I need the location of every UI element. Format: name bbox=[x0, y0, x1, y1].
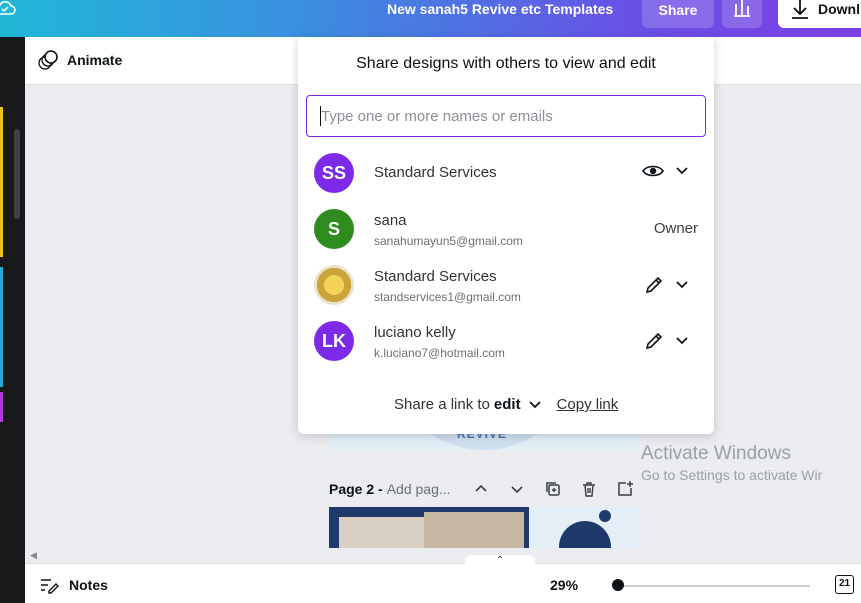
chevron-down-icon[interactable] bbox=[528, 400, 541, 409]
animate-icon bbox=[38, 50, 58, 70]
chevron-down-icon bbox=[676, 281, 688, 289]
avatar-photo bbox=[314, 265, 354, 305]
pencil-icon bbox=[645, 276, 663, 294]
bar-chart-icon bbox=[734, 0, 750, 17]
windows-activation-watermark: Activate Windows Go to Settings to activ… bbox=[641, 443, 822, 484]
zoom-level[interactable]: 29% bbox=[550, 577, 578, 593]
avatar: SS bbox=[314, 153, 354, 193]
share-link-label: Share a link to bbox=[394, 396, 490, 413]
collaborator-row: Standard Services standservices1@gmail.c… bbox=[314, 263, 698, 307]
eye-icon bbox=[642, 165, 664, 177]
expand-pages-button[interactable]: ⌃ bbox=[465, 555, 535, 567]
collaborator-row: S sana sanahumayun5@gmail.com Owner bbox=[314, 207, 698, 251]
page-2-photo bbox=[424, 512, 524, 548]
pencil-icon bbox=[645, 332, 663, 350]
avatar: LK bbox=[314, 321, 354, 361]
insights-button[interactable] bbox=[722, 0, 762, 28]
permission-dropdown[interactable] bbox=[642, 163, 688, 179]
notes-icon bbox=[41, 579, 59, 594]
collaborator-email: sanahumayun5@gmail.com bbox=[374, 234, 523, 248]
avatar: S bbox=[314, 209, 354, 249]
notes-button[interactable]: Notes bbox=[39, 576, 108, 594]
rail-color-strip bbox=[0, 267, 3, 387]
horizontal-scrollbar[interactable]: ◀ bbox=[25, 548, 861, 563]
page-2-header: Page 2 - Add pag... bbox=[329, 477, 451, 501]
download-icon bbox=[792, 0, 808, 19]
page-2-dot bbox=[599, 510, 611, 522]
document-title[interactable]: New sanah5 Revive etc Templates bbox=[387, 0, 613, 20]
page-count-button[interactable]: 21 bbox=[835, 575, 854, 594]
watermark-line-1: Activate Windows bbox=[641, 443, 791, 464]
top-bar: New sanah5 Revive etc Templates Share Do… bbox=[0, 0, 861, 37]
share-button[interactable]: Share bbox=[642, 0, 714, 28]
collaborator-name: sana bbox=[374, 212, 407, 229]
chevron-down-icon bbox=[676, 337, 688, 345]
trash-icon[interactable] bbox=[580, 480, 598, 498]
collaborator-name: Standard Services bbox=[374, 164, 497, 181]
duplicate-page-icon[interactable] bbox=[544, 480, 562, 498]
zoom-slider-handle[interactable] bbox=[612, 579, 624, 591]
page-2-label: Page 2 - bbox=[329, 481, 383, 497]
invite-people-input[interactable] bbox=[306, 95, 706, 137]
rail-scrollbar[interactable] bbox=[14, 129, 20, 219]
scroll-left-icon[interactable]: ◀ bbox=[30, 550, 37, 561]
share-panel-title: Share designs with others to view and ed… bbox=[356, 55, 656, 72]
zoom-slider-track[interactable] bbox=[618, 585, 810, 587]
permission-dropdown[interactable] bbox=[644, 275, 688, 295]
link-permission-dropdown[interactable]: edit bbox=[494, 396, 521, 413]
chevron-down-icon bbox=[676, 167, 688, 175]
collaborator-email: k.luciano7@hotmail.com bbox=[374, 346, 505, 360]
watermark-line-2: Go to Settings to activate Wir bbox=[641, 467, 823, 483]
permission-dropdown[interactable] bbox=[644, 331, 688, 351]
text-caret bbox=[320, 106, 321, 126]
chevron-up-icon: ⌃ bbox=[495, 555, 505, 566]
page-title-input[interactable]: Add pag... bbox=[387, 481, 451, 497]
move-up-icon[interactable] bbox=[472, 480, 490, 498]
rail-color-strip bbox=[0, 107, 3, 257]
copy-link-button[interactable]: Copy link bbox=[557, 396, 619, 413]
animate-label: Animate bbox=[67, 52, 123, 68]
download-button[interactable]: Downl bbox=[778, 0, 861, 28]
bottom-bar: ⌃ Notes 29% 21 bbox=[25, 555, 861, 603]
download-label: Downl bbox=[818, 1, 860, 17]
share-link-row: Share a link to edit Copy link bbox=[394, 396, 618, 413]
page-2-circle bbox=[559, 521, 611, 548]
move-down-icon[interactable] bbox=[508, 480, 526, 498]
collaborator-row: LK luciano kelly k.luciano7@hotmail.com bbox=[314, 319, 698, 363]
page-2-preview[interactable] bbox=[329, 507, 639, 548]
collaborator-row: SS Standard Services bbox=[314, 151, 698, 195]
collaborator-name: luciano kelly bbox=[374, 324, 456, 341]
collaborator-email: standservices1@gmail.com bbox=[374, 290, 521, 304]
share-panel: Share designs with others to view and ed… bbox=[298, 37, 714, 434]
collaborator-name: Standard Services bbox=[374, 268, 497, 285]
animate-button[interactable]: Animate bbox=[37, 49, 122, 71]
add-page-icon[interactable] bbox=[616, 480, 634, 498]
owner-role-label: Owner bbox=[653, 220, 698, 237]
rail-color-strip bbox=[0, 392, 3, 422]
notes-label: Notes bbox=[69, 577, 108, 593]
cloud-saved-icon[interactable] bbox=[0, 0, 16, 18]
